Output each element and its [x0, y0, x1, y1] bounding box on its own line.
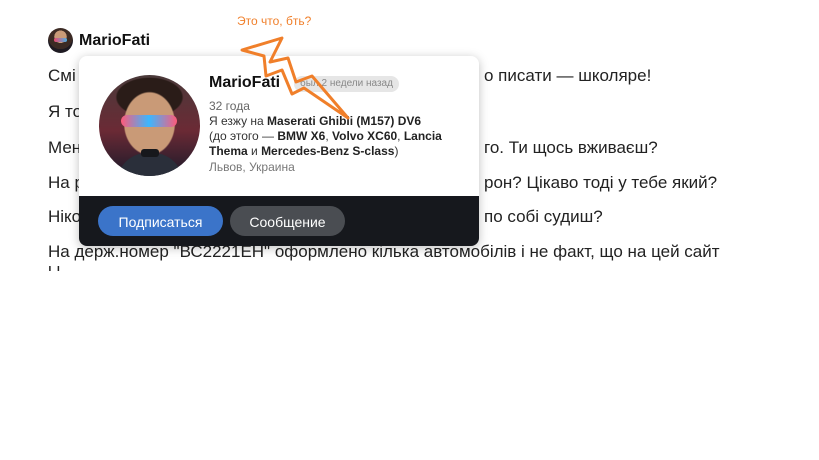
comment-line-5-left: Ніко	[48, 207, 82, 226]
car-and: и	[247, 144, 262, 158]
subscribe-button[interactable]: Подписаться	[98, 206, 223, 236]
comment-line-7-cut: і і	[48, 266, 288, 274]
comment-line-1-left: Смі	[48, 66, 76, 85]
car-4[interactable]: Mercedes-Benz S-class	[261, 144, 394, 158]
cars-suffix: )	[394, 144, 399, 158]
user-city: Львов, Украина	[209, 160, 295, 174]
author-avatar[interactable]	[48, 28, 73, 53]
comment-line-7-text: і і	[48, 266, 288, 274]
avatar-sunglasses	[121, 115, 177, 127]
annotation-text: Это что, бть?	[237, 14, 312, 28]
avatar-bowtie	[141, 149, 159, 157]
comment-line-3-right: го. Ти щось вживаєш?	[484, 138, 658, 157]
message-button[interactable]: Сообщение	[230, 206, 345, 236]
car-sep-2: ,	[397, 129, 404, 143]
comment-author[interactable]: MarioFati	[48, 28, 150, 53]
comment-line-5-right: по собі судиш?	[484, 207, 603, 226]
comment-line-3-left: Мен	[48, 138, 82, 157]
author-name[interactable]: MarioFati	[79, 32, 150, 50]
user-avatar[interactable]	[99, 75, 200, 176]
popup-footer: Подписаться Сообщение	[79, 196, 479, 246]
comment-line-4-right: рон? Цікаво тоді у тебе який?	[484, 173, 718, 192]
comment-line-2-left: Я то	[48, 102, 83, 121]
lightning-bolt-annotation-icon	[240, 36, 350, 120]
comment-line-1-right: о писати — школяре!	[484, 66, 652, 85]
